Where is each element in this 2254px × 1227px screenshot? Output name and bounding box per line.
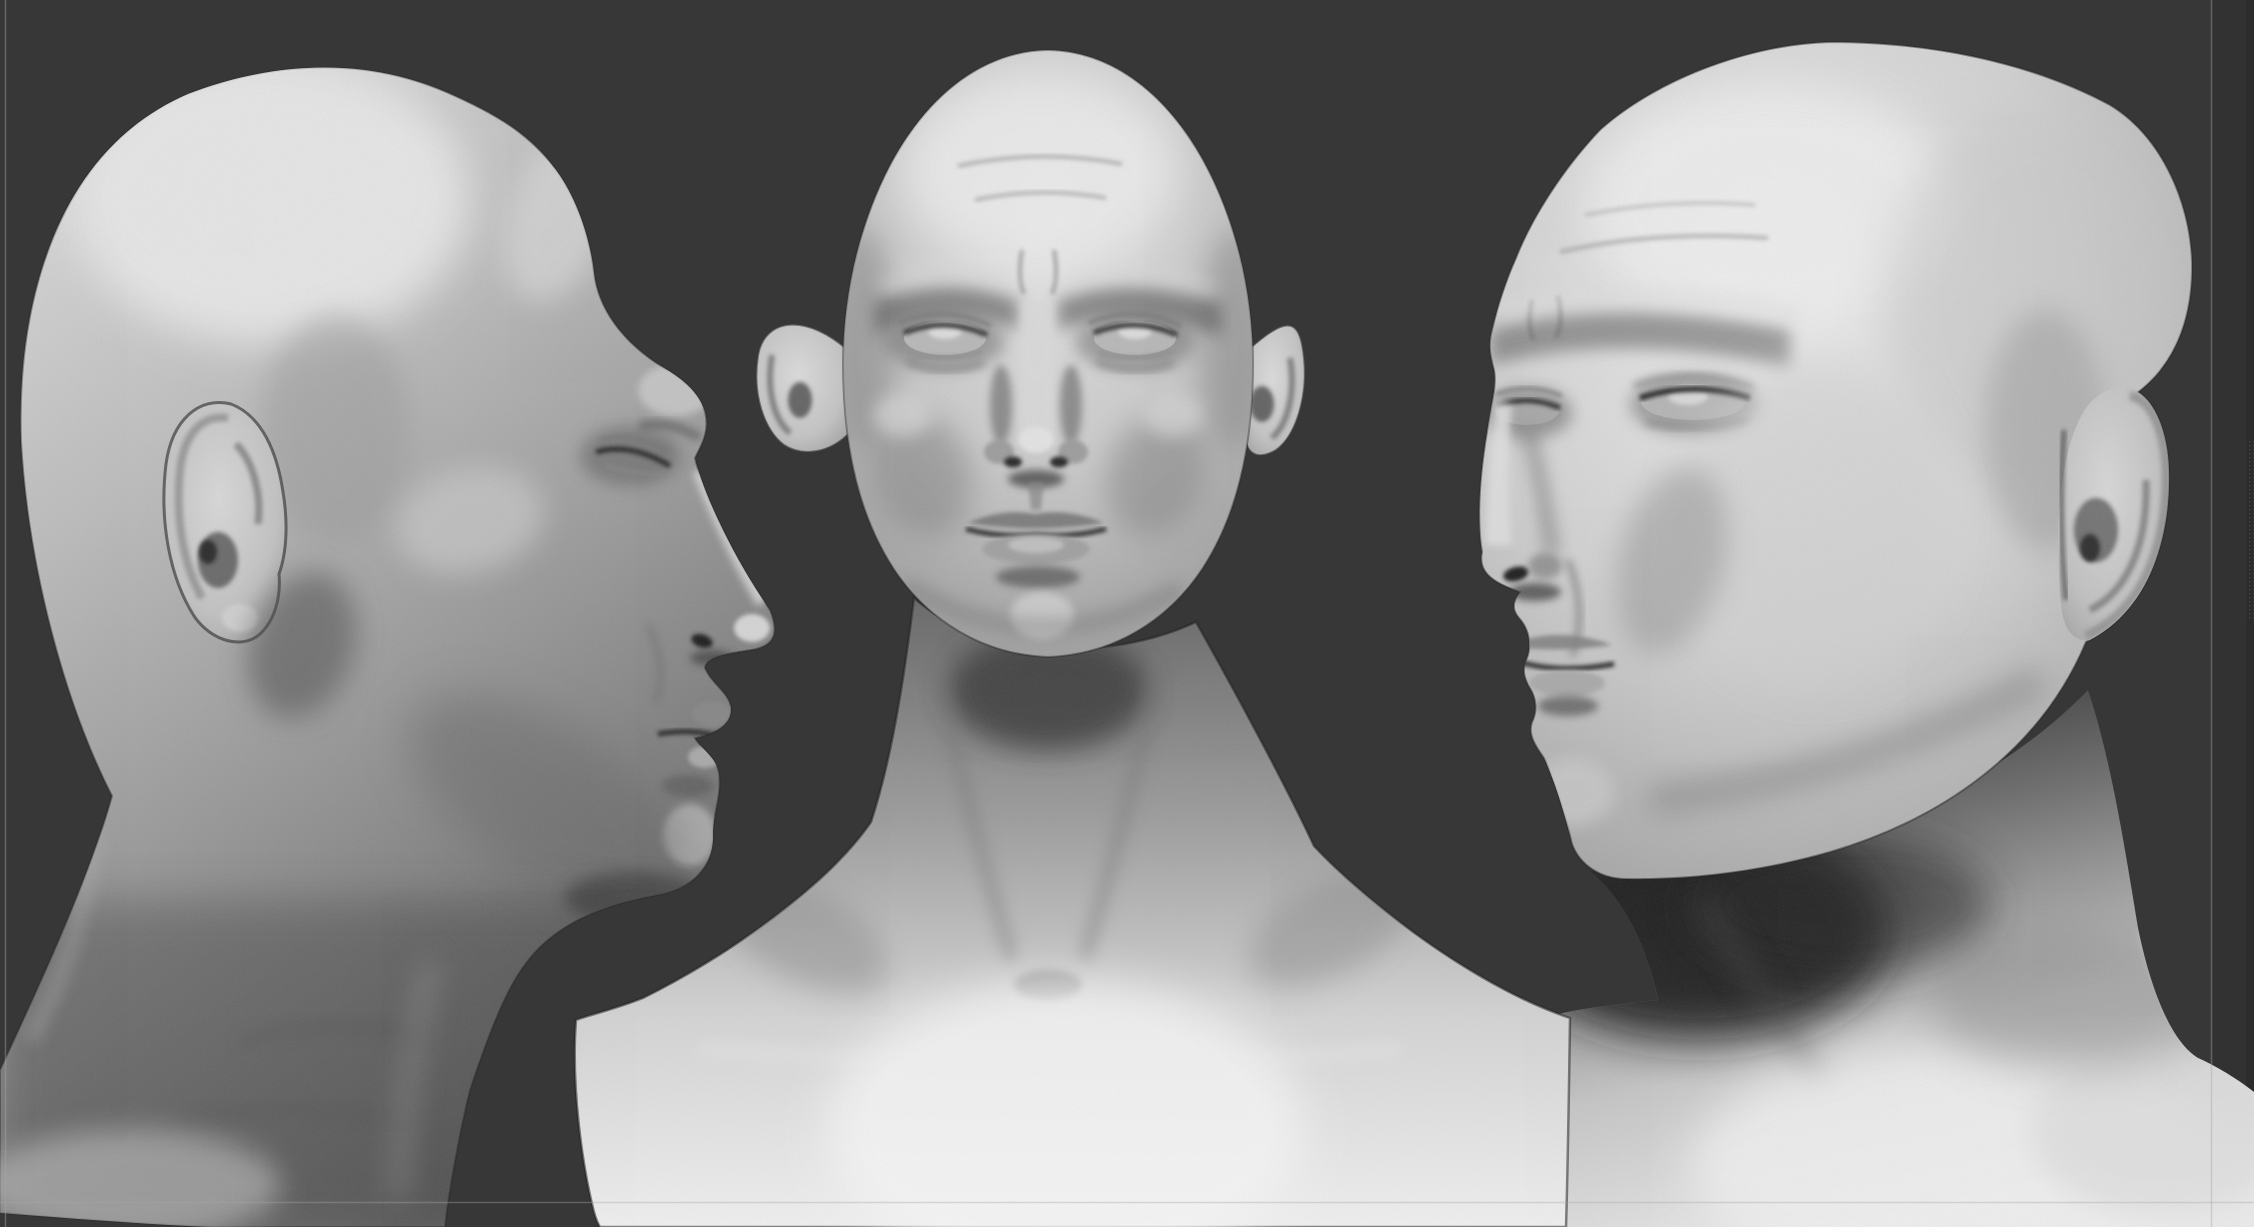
sculpt-canvas-viewport[interactable] — [0, 0, 2254, 1227]
right-tray-divider-grip[interactable] — [2246, 440, 2254, 620]
